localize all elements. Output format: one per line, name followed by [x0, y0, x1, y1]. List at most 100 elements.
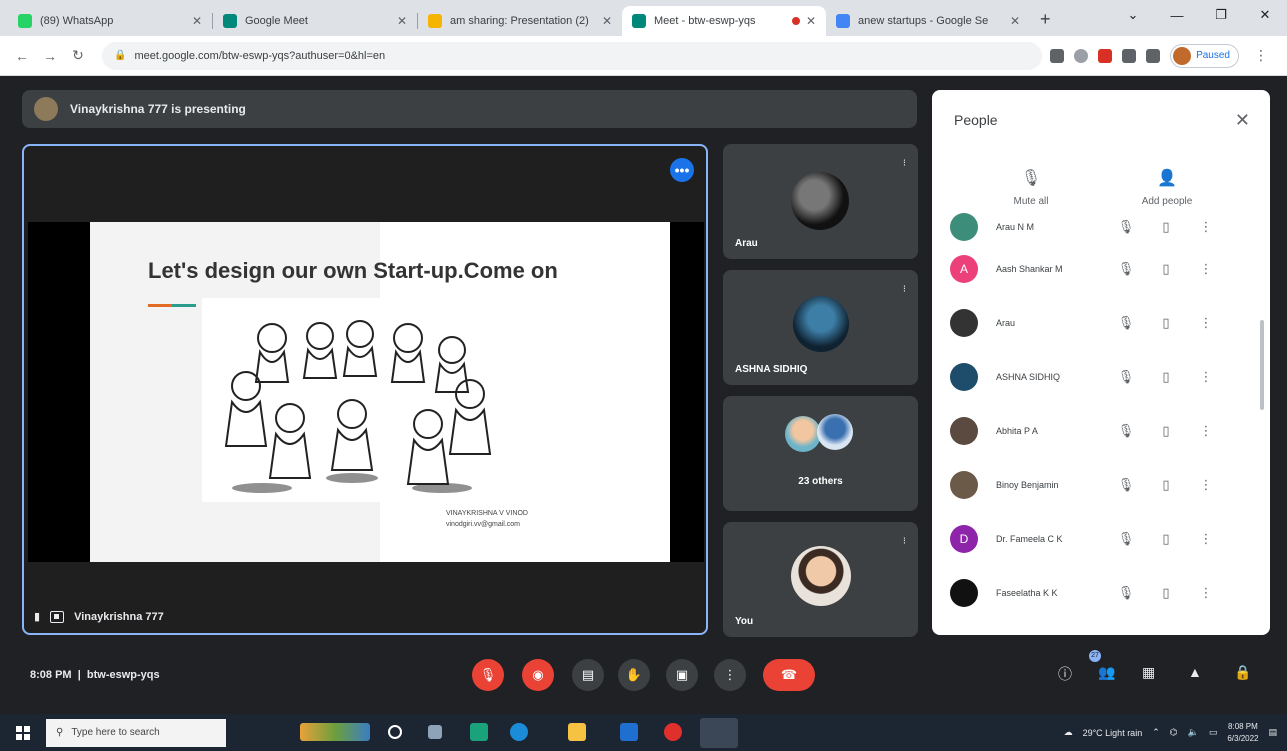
taskbar-search[interactable]: ⚲ Type here to search: [46, 718, 226, 747]
meet-favicon-icon: [223, 14, 237, 28]
bookmark-star-icon[interactable]: [1074, 48, 1089, 63]
close-icon[interactable]: ✕: [1235, 110, 1250, 131]
pin-icon[interactable]: ▯: [1146, 585, 1186, 601]
more-vert-icon[interactable]: ⋮: [1186, 219, 1226, 235]
window-controls: ⌄ — ❐ ✕: [1111, 0, 1287, 30]
mail-app-icon[interactable]: [620, 723, 638, 741]
more-options-button[interactable]: ⋮: [714, 659, 746, 691]
list-item[interactable]: Arau 🎙 ▯ ⋮: [932, 296, 1270, 350]
host-controls-icon[interactable]: 🔒: [1234, 664, 1251, 681]
widget-app-icon[interactable]: [300, 723, 370, 741]
tab-search-icon[interactable]: ⌄: [1111, 7, 1155, 23]
weather-icon[interactable]: ☁: [1064, 727, 1073, 738]
people-icon[interactable]: 👥: [1098, 664, 1115, 681]
chat-icon[interactable]: ▦: [1142, 664, 1155, 681]
video-app-icon[interactable]: [470, 723, 488, 741]
tab-meet-active[interactable]: Meet - btw-eswp-yqs ✕: [622, 6, 826, 36]
leave-call-button[interactable]: ☎: [763, 659, 815, 691]
add-people-button[interactable]: 👤 Add people: [1122, 168, 1212, 207]
mic-off-icon: 🎙: [1117, 219, 1135, 234]
raise-hand-button[interactable]: ✋: [618, 659, 650, 691]
participant-tile[interactable]: ⁝ Arau: [723, 144, 918, 259]
list-item[interactable]: Binoy Benjamin 🎙 ▯ ⋮: [932, 458, 1270, 512]
list-item[interactable]: Arau N M 🎙 ▯ ⋮: [932, 212, 1270, 242]
pin-icon[interactable]: ▯: [1146, 531, 1186, 547]
lock-icon[interactable]: 🔒: [114, 50, 126, 61]
tab-google-meet[interactable]: Google Meet ✕: [213, 6, 417, 36]
windows-start-icon[interactable]: [16, 725, 30, 740]
list-item[interactable]: D Dr. Fameela C K 🎙 ▯ ⋮: [932, 512, 1270, 566]
self-tile[interactable]: ⁝ You: [723, 522, 918, 637]
camera-in-use-icon[interactable]: [1050, 48, 1065, 63]
pin-icon[interactable]: ▯: [1146, 261, 1186, 277]
close-tab-icon[interactable]: ✕: [397, 14, 407, 28]
opera-browser-icon[interactable]: [664, 723, 682, 741]
cortana-icon[interactable]: [388, 725, 402, 739]
tile-footer: ▮ Vinaykrishna 777: [34, 610, 164, 623]
pin-icon[interactable]: ▯: [1146, 423, 1186, 439]
new-tab-button[interactable]: +: [1040, 9, 1051, 30]
notification-icon[interactable]: ▤: [1268, 727, 1277, 738]
more-vert-icon[interactable]: ⋮: [1186, 423, 1226, 439]
activities-icon[interactable]: ▲: [1188, 664, 1202, 680]
pin-icon[interactable]: ▯: [1146, 369, 1186, 385]
extension-red-icon[interactable]: [1098, 48, 1113, 63]
more-vert-icon[interactable]: ⋮: [1186, 261, 1226, 277]
more-vert-icon[interactable]: ⋮: [1186, 315, 1226, 331]
list-item[interactable]: ASHNA SIDHIQ 🎙 ▯ ⋮: [932, 350, 1270, 404]
tab-whatsapp[interactable]: (89) WhatsApp ✕: [8, 6, 212, 36]
profile-button[interactable]: Paused: [1170, 43, 1239, 68]
close-tab-icon[interactable]: ✕: [192, 14, 202, 28]
meet-favicon-icon: [632, 14, 646, 28]
forward-arrow-icon[interactable]: →: [38, 48, 62, 64]
close-tab-icon[interactable]: ✕: [1010, 14, 1020, 28]
more-vert-icon[interactable]: ⋮: [1186, 585, 1226, 601]
participant-tile[interactable]: ⁝ ASHNA SIDHIQ: [723, 270, 918, 385]
taskbar-clock[interactable]: 8:08 PM 6/3/2022: [1227, 721, 1258, 745]
participant-avatar: [817, 414, 853, 450]
restore-icon[interactable]: ❐: [1199, 7, 1243, 23]
list-item[interactable]: Abhita P A 🎙 ▯ ⋮: [932, 404, 1270, 458]
back-arrow-icon[interactable]: ←: [10, 48, 34, 64]
pin-icon[interactable]: ▯: [1146, 219, 1186, 235]
reload-icon[interactable]: ↻: [66, 47, 90, 64]
more-options-icon[interactable]: •••: [670, 158, 694, 182]
present-now-button[interactable]: ▣: [666, 659, 698, 691]
others-tile[interactable]: 23 others: [723, 396, 918, 511]
browser-menu-icon[interactable]: ⋮: [1249, 47, 1273, 64]
audio-level-icon: ⁝: [902, 536, 906, 547]
more-vert-icon[interactable]: ⋮: [1186, 477, 1226, 493]
mic-toggle-button[interactable]: 🎙: [472, 659, 504, 691]
meeting-details-icon[interactable]: ⓘ: [1058, 664, 1072, 684]
address-bar[interactable]: 🔒 meet.google.com/btw-eswp-yqs?authuser=…: [102, 41, 1043, 70]
captions-button[interactable]: ▤: [572, 659, 604, 691]
mute-all-button[interactable]: 🎙 Mute all: [986, 168, 1076, 207]
extensions-puzzle-icon[interactable]: [1122, 48, 1137, 63]
battery-icon[interactable]: ▭: [1209, 727, 1218, 738]
close-tab-icon[interactable]: ✕: [806, 14, 816, 28]
pin-icon[interactable]: ▯: [1146, 477, 1186, 493]
list-item[interactable]: A Aash Shankar M 🎙 ▯ ⋮: [932, 242, 1270, 296]
tray-chevron-icon[interactable]: ⌃: [1152, 727, 1160, 738]
speaker-icon[interactable]: 🔈: [1188, 727, 1199, 738]
minimize-icon[interactable]: —: [1155, 8, 1199, 23]
weather-text[interactable]: 29°C Light rain: [1083, 728, 1143, 738]
list-item[interactable]: Faseelatha K K 🎙 ▯ ⋮: [932, 566, 1270, 620]
network-icon[interactable]: ⌬: [1170, 727, 1178, 738]
scrollbar[interactable]: [1260, 320, 1264, 410]
tab-google-search[interactable]: anew startups - Google Se ✕: [826, 6, 1030, 36]
presentation-tile[interactable]: ••• Let's design our own Start-up.Come o…: [22, 144, 708, 635]
tab-presentation[interactable]: am sharing: Presentation (2) ✕: [418, 6, 622, 36]
side-panel-icon[interactable]: [1146, 48, 1161, 63]
task-view-icon[interactable]: [428, 725, 442, 739]
close-tab-icon[interactable]: ✕: [602, 14, 612, 28]
close-window-icon[interactable]: ✕: [1243, 7, 1287, 23]
file-explorer-icon[interactable]: [568, 723, 586, 741]
chrome-active-icon[interactable]: [700, 718, 738, 748]
edge-browser-icon[interactable]: [510, 723, 528, 741]
pin-icon[interactable]: ▮: [34, 610, 40, 623]
more-vert-icon[interactable]: ⋮: [1186, 531, 1226, 547]
pin-icon[interactable]: ▯: [1146, 315, 1186, 331]
more-vert-icon[interactable]: ⋮: [1186, 369, 1226, 385]
camera-toggle-button[interactable]: ◉: [522, 659, 554, 691]
